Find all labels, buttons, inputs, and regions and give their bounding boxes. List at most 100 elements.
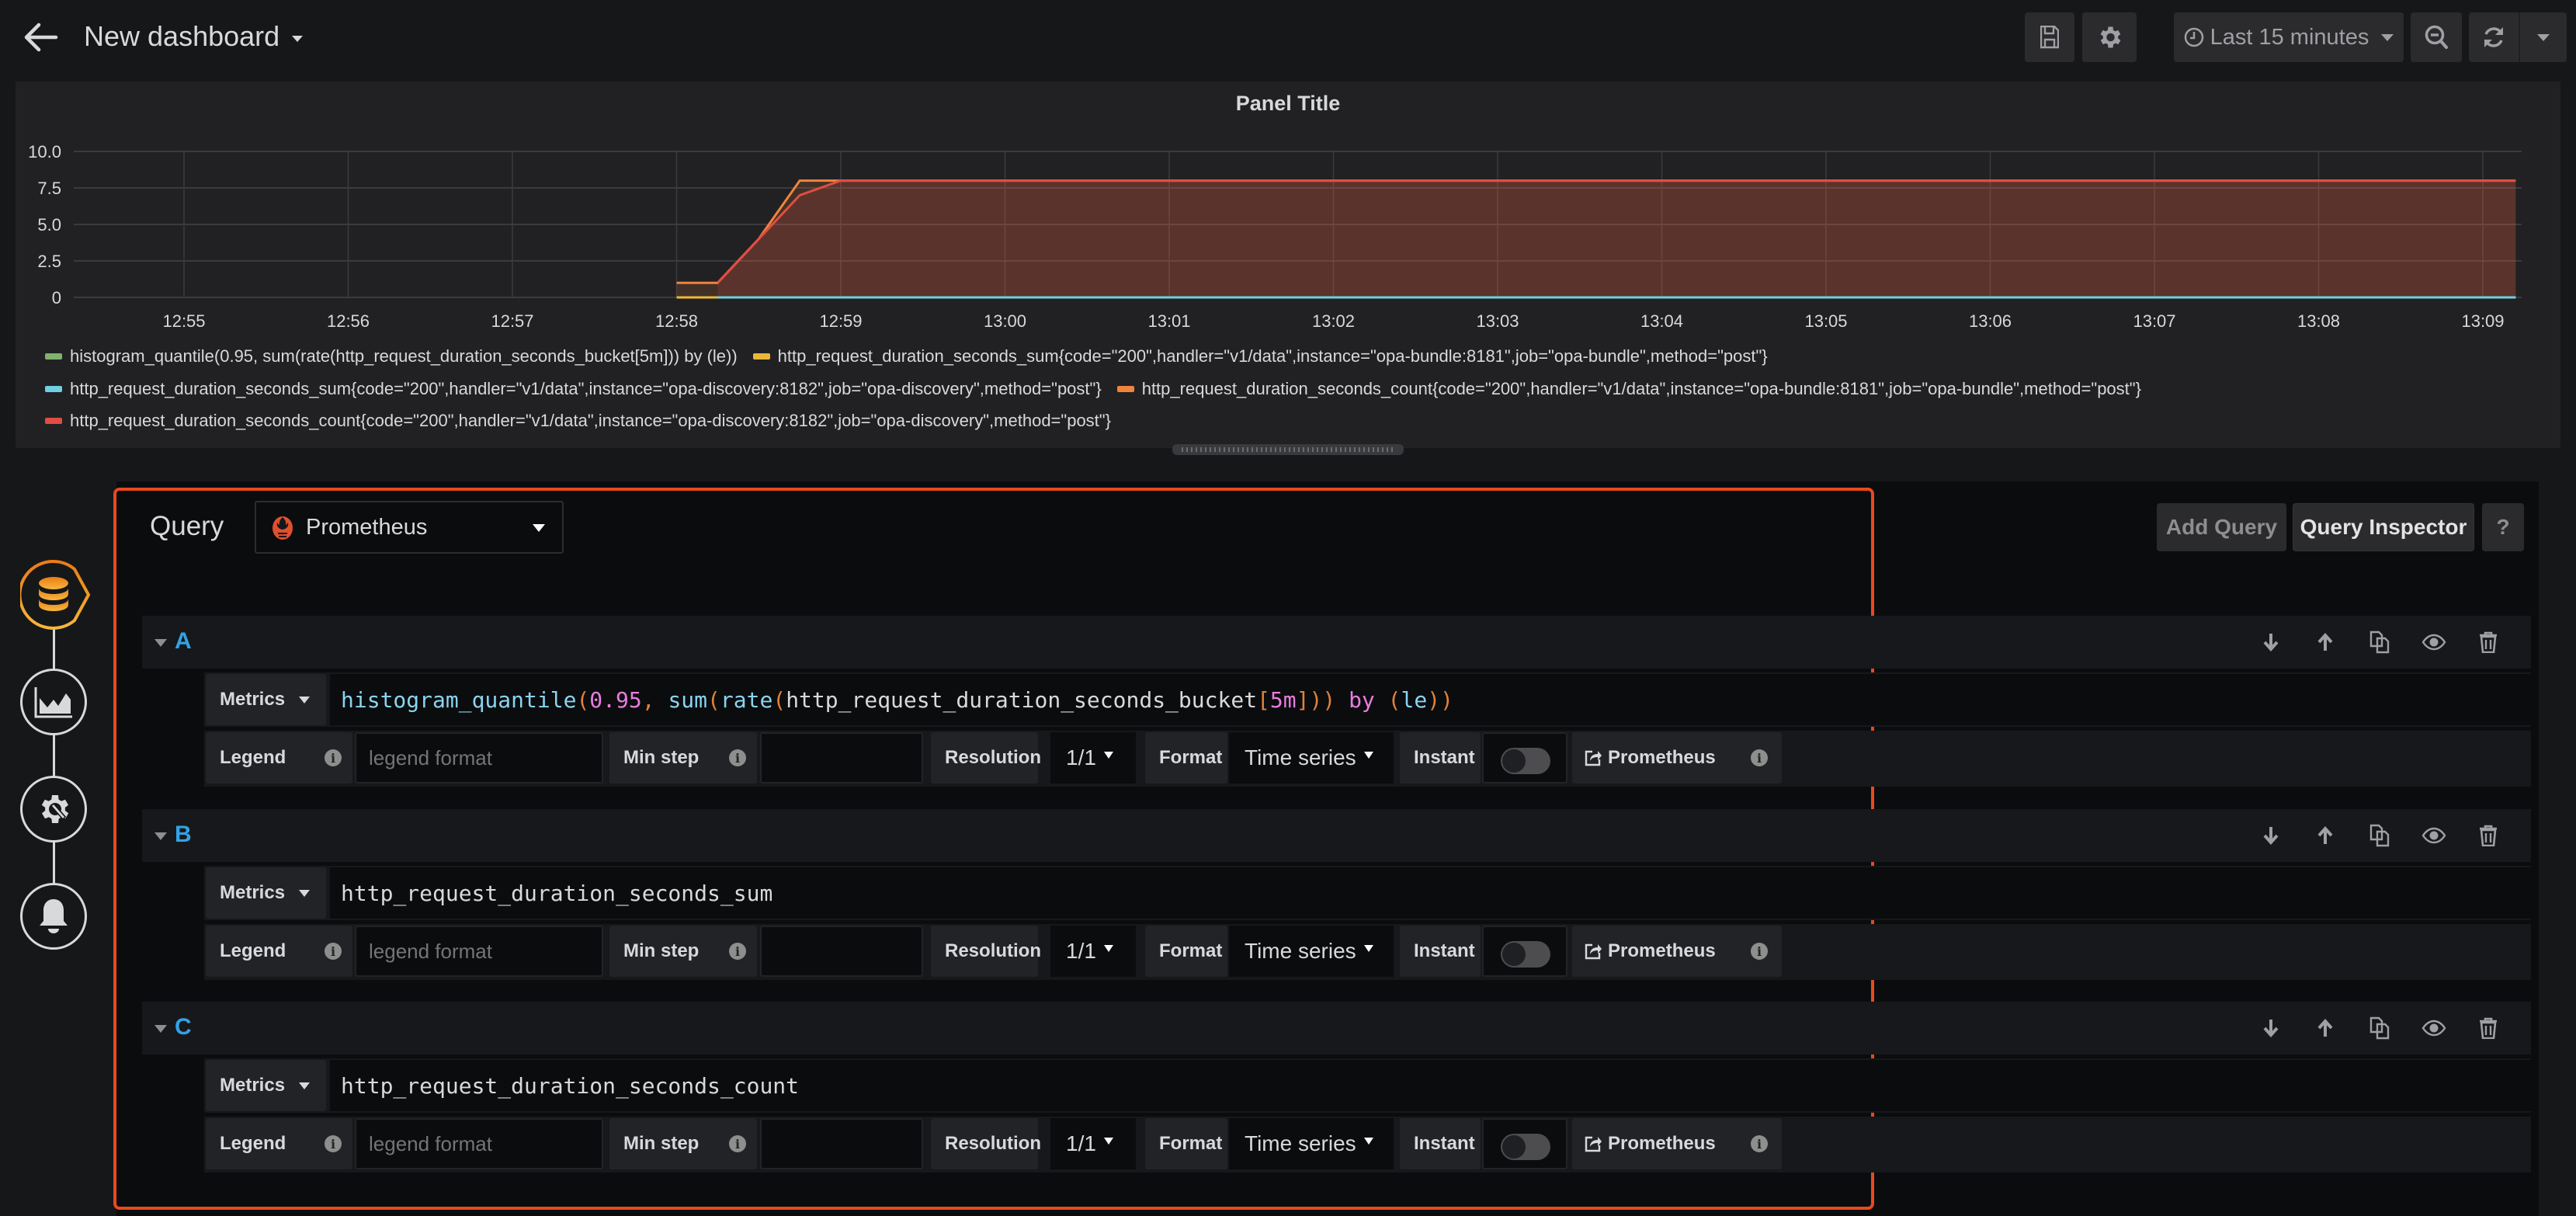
remove-query-button[interactable] <box>2461 1017 2515 1039</box>
instant-toggle[interactable] <box>1501 748 1550 774</box>
min-step-input[interactable] <box>760 926 923 977</box>
x-tick-label: 13:04 <box>1640 311 1683 331</box>
metrics-dropdown[interactable]: Metrics <box>206 674 326 725</box>
instant-toggle[interactable] <box>1501 941 1550 968</box>
legend-swatch[interactable] <box>1116 386 1134 392</box>
dashboard-title[interactable]: New dashboard <box>84 20 279 53</box>
x-tick-label: 13:00 <box>984 311 1026 331</box>
resolution-select[interactable]: 1/1 <box>1050 926 1136 977</box>
query-token: ( <box>576 686 590 713</box>
prometheus-link[interactable]: Prometheus i <box>1572 926 1782 977</box>
min-step-input[interactable] <box>760 732 923 783</box>
dashboard-settings-button[interactable] <box>2082 12 2137 62</box>
rail-tab-alert[interactable] <box>20 883 87 950</box>
duplicate-query-button[interactable] <box>2352 1016 2407 1040</box>
toggle-hide-query-button[interactable] <box>2407 1020 2461 1037</box>
move-up-button[interactable] <box>2298 1018 2352 1038</box>
legend-format-input[interactable] <box>355 926 603 977</box>
zoom-out-button[interactable] <box>2411 12 2462 62</box>
legend-item[interactable]: http_request_duration_seconds_count{code… <box>1116 379 2141 399</box>
legend-label[interactable]: http_request_duration_seconds_count{code… <box>1142 379 2141 399</box>
move-up-button[interactable] <box>2298 632 2352 652</box>
instant-switch-container <box>1482 1118 1567 1169</box>
collapse-caret-icon[interactable] <box>154 832 167 840</box>
legend-label[interactable]: histogram_quantile(0.95, sum(rate(http_r… <box>70 346 738 367</box>
legend-label[interactable]: http_request_duration_seconds_sum{code="… <box>70 379 1102 399</box>
rail-tab-visualization[interactable] <box>20 669 87 735</box>
metrics-dropdown[interactable]: Metrics <box>206 1060 326 1111</box>
format-select[interactable]: Time series <box>1229 926 1394 977</box>
legend-swatch[interactable] <box>45 386 62 392</box>
refresh-button[interactable] <box>2469 24 2519 50</box>
resolution-select[interactable]: 1/1 <box>1050 732 1136 783</box>
prometheus-link[interactable]: Prometheus i <box>1572 1118 1782 1169</box>
info-icon[interactable]: i <box>325 943 342 960</box>
move-down-button[interactable] <box>2244 1018 2298 1038</box>
save-icon <box>2040 26 2059 49</box>
metrics-row: Metrics http_request_duration_seconds_su… <box>204 866 2531 920</box>
promql-expression-input[interactable]: http_request_duration_seconds_sum <box>330 867 2531 919</box>
resolution-select[interactable]: 1/1 <box>1050 1118 1136 1169</box>
info-icon[interactable]: i <box>1751 1135 1768 1152</box>
info-icon[interactable]: i <box>325 749 342 766</box>
promql-expression-input[interactable]: http_request_duration_seconds_count <box>330 1060 2531 1111</box>
collapse-caret-icon[interactable] <box>154 639 167 647</box>
trash-icon <box>2480 1017 2497 1039</box>
remove-query-button[interactable] <box>2461 631 2515 653</box>
collapse-caret-icon[interactable] <box>154 1025 167 1033</box>
metrics-row: Metrics http_request_duration_seconds_co… <box>204 1058 2531 1113</box>
legend-label[interactable]: http_request_duration_seconds_count{code… <box>70 411 1111 431</box>
legend-swatch[interactable] <box>752 353 770 360</box>
rail-tab-queries[interactable] <box>18 559 91 630</box>
save-dashboard-button[interactable] <box>2025 12 2074 62</box>
prometheus-link[interactable]: Prometheus i <box>1572 732 1782 783</box>
metrics-dropdown[interactable]: Metrics <box>206 867 326 919</box>
add-query-button[interactable]: Add Query <box>2157 503 2286 551</box>
move-up-button[interactable] <box>2298 825 2352 846</box>
info-icon[interactable]: i <box>1751 749 1768 766</box>
toggle-hide-query-button[interactable] <box>2407 634 2461 651</box>
query-row-header[interactable]: A <box>142 616 2531 669</box>
query-row-header[interactable]: C <box>142 1002 2531 1054</box>
info-icon[interactable]: i <box>729 943 746 960</box>
info-icon[interactable]: i <box>729 749 746 766</box>
move-down-button[interactable] <box>2244 632 2298 652</box>
help-button[interactable]: ? <box>2482 503 2524 551</box>
info-icon[interactable]: i <box>729 1135 746 1152</box>
legend-item[interactable]: histogram_quantile(0.95, sum(rate(http_r… <box>45 346 738 367</box>
x-tick-label: 12:57 <box>491 311 533 331</box>
series-area-4 <box>717 180 2516 297</box>
promql-expression-input[interactable]: histogram_quantile(0.95, sum(rate(http_r… <box>330 674 2531 725</box>
info-icon[interactable]: i <box>325 1135 342 1152</box>
back-button[interactable] <box>22 20 61 54</box>
min-step-input[interactable] <box>760 1118 923 1169</box>
eye-icon <box>2422 1020 2446 1037</box>
legend-swatch[interactable] <box>45 418 62 424</box>
move-down-button[interactable] <box>2244 825 2298 846</box>
legend-format-input[interactable] <box>355 732 603 783</box>
legend-swatch[interactable] <box>45 353 62 360</box>
query-row-header[interactable]: B <box>142 809 2531 862</box>
format-select[interactable]: Time series <box>1229 1118 1394 1169</box>
legend-item[interactable]: http_request_duration_seconds_count{code… <box>45 411 1111 431</box>
refresh-interval-dropdown[interactable] <box>2520 33 2567 41</box>
time-range-picker[interactable]: Last 15 minutes <box>2174 12 2404 62</box>
info-icon[interactable]: i <box>1751 943 1768 960</box>
legend-format-input[interactable] <box>355 1118 603 1169</box>
remove-query-button[interactable] <box>2461 825 2515 846</box>
legend-label-text: Legend <box>220 1133 286 1154</box>
dashboard-title-caret-icon[interactable] <box>292 36 303 42</box>
rail-tab-general[interactable] <box>20 776 87 843</box>
x-tick-label: 13:06 <box>1969 311 2012 331</box>
query-inspector-button[interactable]: Query Inspector <box>2293 503 2474 551</box>
instant-toggle[interactable] <box>1501 1134 1550 1160</box>
format-select[interactable]: Time series <box>1229 732 1394 783</box>
datasource-picker[interactable]: Prometheus <box>255 501 564 554</box>
legend-item[interactable]: http_request_duration_seconds_sum{code="… <box>752 346 1768 367</box>
panel-resize-handle[interactable] <box>1172 444 1404 455</box>
duplicate-query-button[interactable] <box>2352 824 2407 847</box>
legend-item[interactable]: http_request_duration_seconds_sum{code="… <box>45 379 1102 399</box>
legend-label[interactable]: http_request_duration_seconds_sum{code="… <box>778 346 1768 367</box>
duplicate-query-button[interactable] <box>2352 631 2407 654</box>
toggle-hide-query-button[interactable] <box>2407 827 2461 844</box>
